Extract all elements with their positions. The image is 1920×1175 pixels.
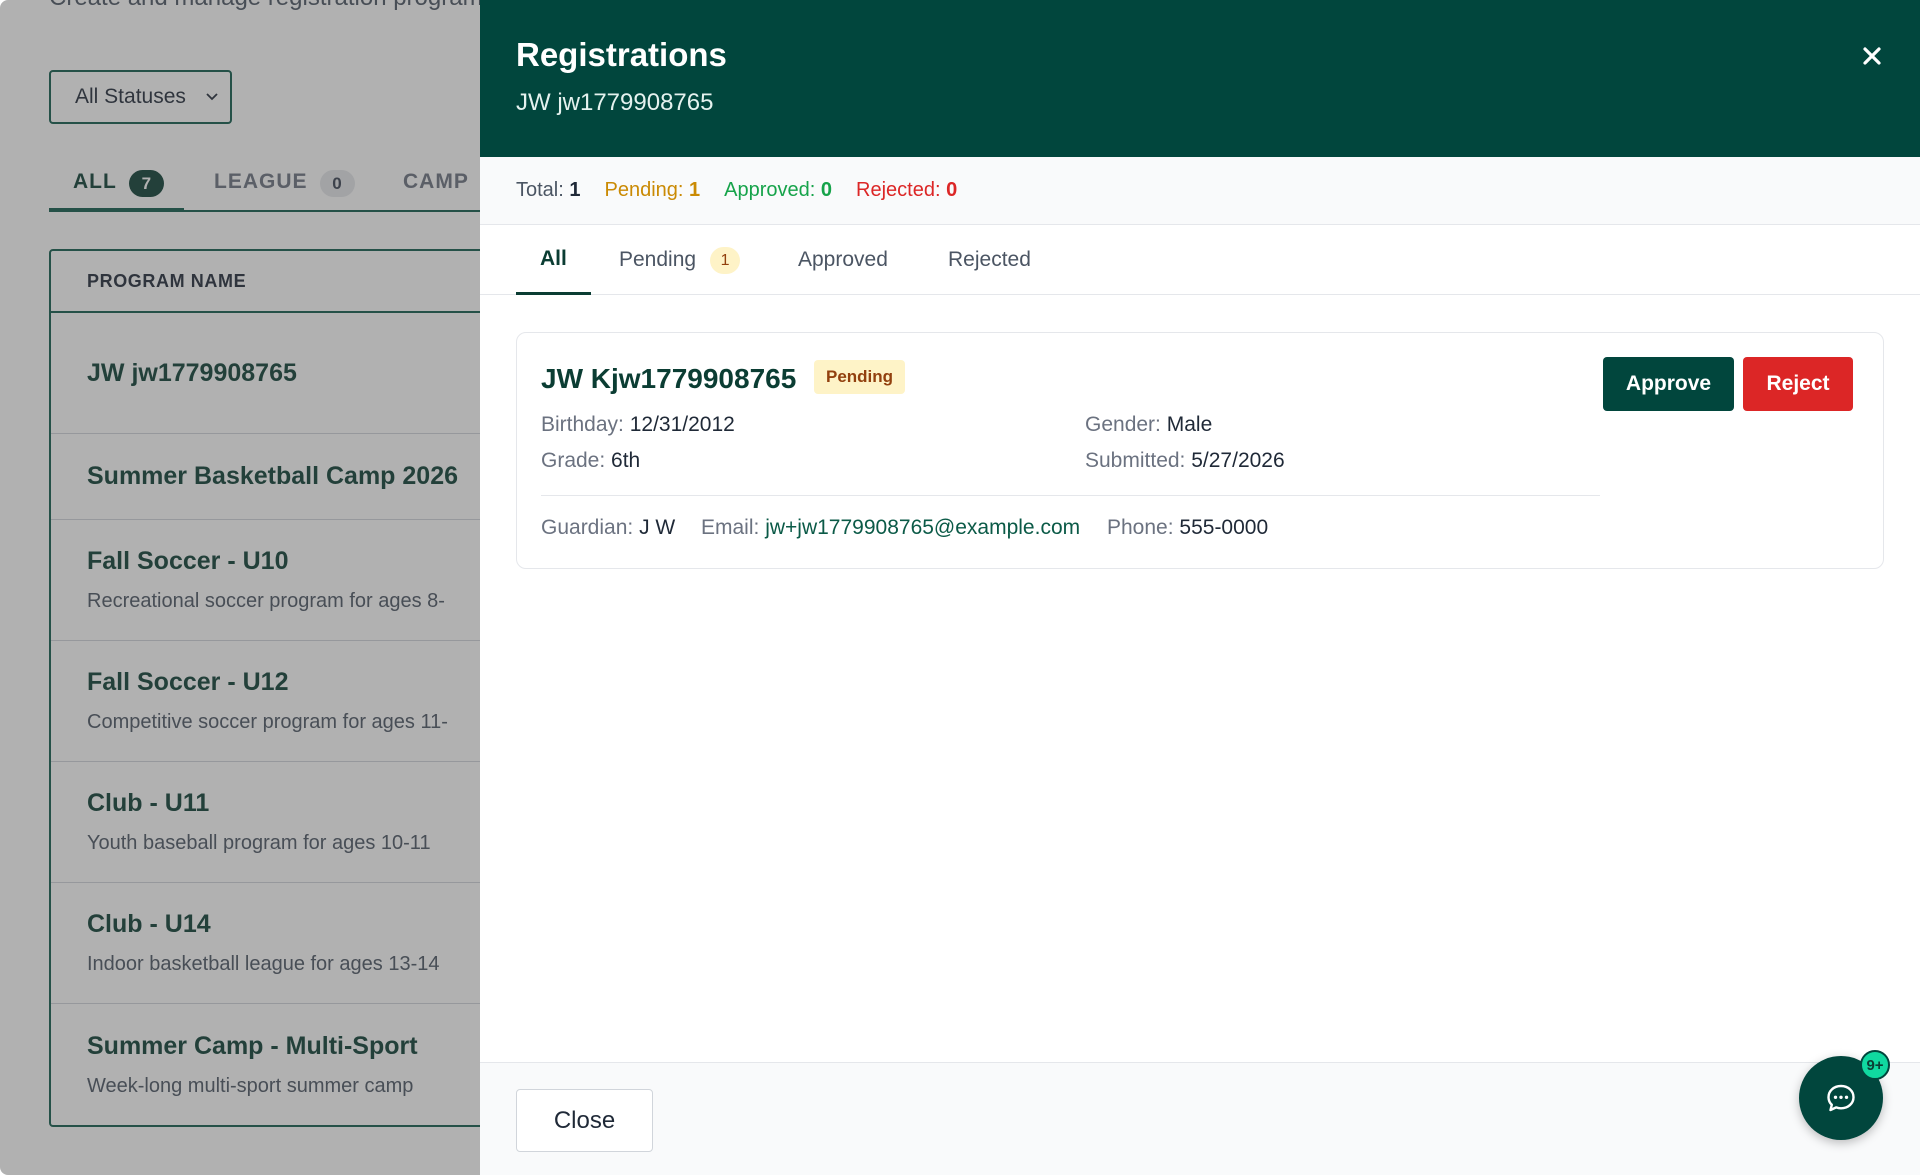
summary-approved: Approved: 0 (724, 179, 833, 201)
grade-field: Grade: 6th (541, 449, 641, 472)
submitted-field: Submitted: 5/27/2026 (1085, 449, 1285, 472)
registrant-name: JW Kjw1779908765 (541, 363, 797, 394)
panel-subtitle: JW jw1779908765 (516, 89, 714, 116)
summary-total: Total: 1 (516, 179, 581, 201)
panel-header: Registrations JW jw1779908765 (480, 0, 1920, 157)
tab-rejected[interactable]: Rejected (948, 225, 1031, 295)
tab-rejected-label: Rejected (948, 248, 1031, 271)
registration-card: JW Kjw1779908765 Pending Birthday: 12/31… (516, 332, 1884, 569)
tab-pending[interactable]: Pending 1 (619, 225, 741, 295)
chat-bubble-icon (1827, 1084, 1855, 1112)
registrations-panel: Registrations JW jw1779908765 Total: 1 P… (480, 0, 1920, 1175)
email-link[interactable]: jw+jw1779908765@example.com (765, 516, 1080, 539)
birthday-field: Birthday: 12/31/2012 (541, 413, 735, 436)
divider (541, 495, 1600, 496)
email-field: Email: jw+jw1779908765@example.com (701, 516, 1081, 539)
close-icon[interactable] (1860, 44, 1884, 68)
registration-status-tabs: All Pending 1 Approved Rejected (480, 225, 1920, 295)
notification-badge: 9+ (1860, 1050, 1890, 1080)
gender-field: Gender: Male (1085, 413, 1213, 436)
tab-all-label: All (540, 246, 567, 270)
tab-pending-label: Pending (619, 248, 697, 271)
guardian-field: Guardian: J W (541, 516, 676, 539)
registration-summary: Total: 1 Pending: 1 Approved: 0 Rejected… (480, 157, 1920, 225)
tab-approved[interactable]: Approved (798, 225, 888, 295)
tab-approved-label: Approved (798, 248, 888, 271)
close-button[interactable]: Close (516, 1089, 653, 1152)
panel-title: Registrations (516, 36, 727, 73)
tab-all-registrations[interactable]: All (516, 225, 591, 295)
summary-rejected: Rejected: 0 (856, 179, 958, 201)
phone-field: Phone: 555-0000 (1107, 516, 1269, 539)
panel-footer: Close (480, 1062, 1920, 1175)
tab-pending-count: 1 (710, 246, 741, 274)
reject-button[interactable]: Reject (1743, 357, 1853, 411)
summary-pending: Pending: 1 (604, 179, 701, 201)
approve-button[interactable]: Approve (1603, 357, 1734, 411)
status-badge: Pending (814, 360, 906, 394)
